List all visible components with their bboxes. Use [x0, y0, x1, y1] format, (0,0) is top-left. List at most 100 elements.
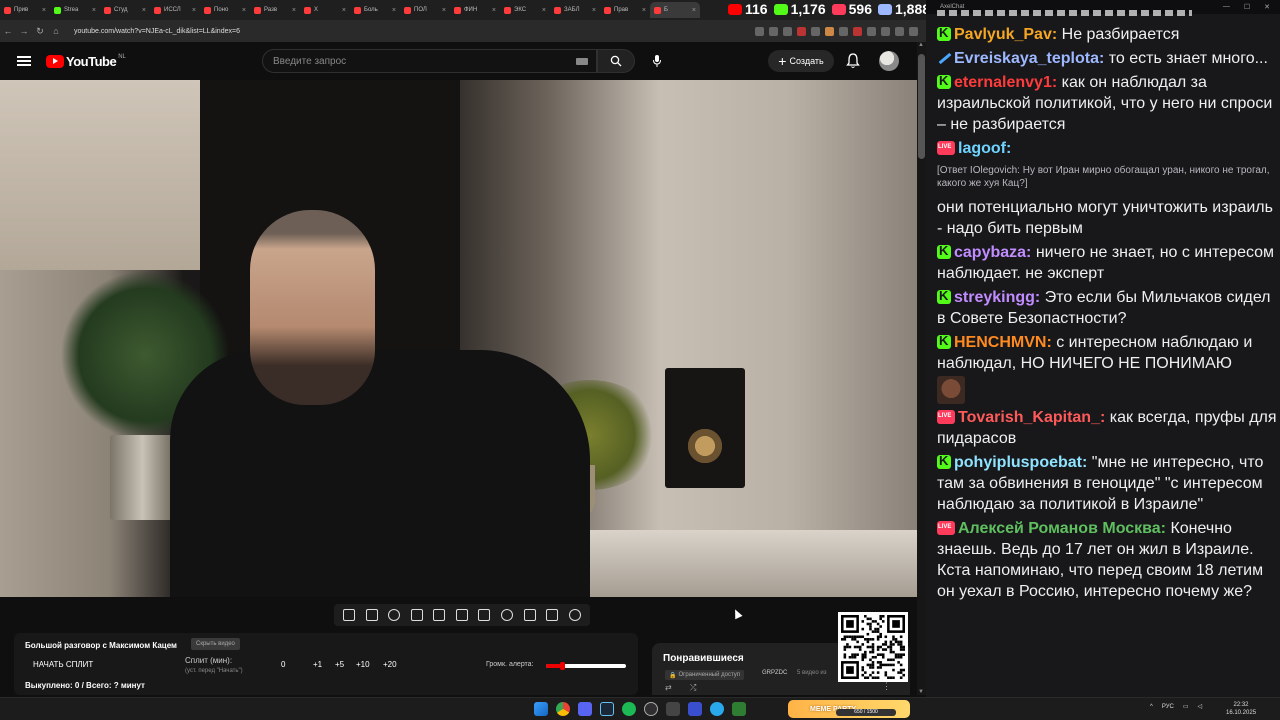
browser-tab[interactable]: ПОЛ × [400, 2, 450, 18]
browser-tab[interactable]: Б × [650, 2, 700, 18]
browser-tab[interactable]: Поно × [200, 2, 250, 18]
tray-chevron-icon[interactable]: ^ [1150, 704, 1153, 710]
start-split-button[interactable]: НАЧАТЬ СПЛИТ [33, 660, 93, 669]
chat-username[interactable]: pohyiplusроebat: [954, 454, 1087, 471]
steam-icon[interactable] [600, 702, 614, 716]
tab-close-icon[interactable]: × [592, 7, 596, 14]
playlist-title[interactable]: Понравившиеся [663, 653, 744, 664]
settings-gear-icon[interactable] [568, 609, 581, 621]
audio-icon[interactable] [388, 609, 401, 621]
chat-username[interactable]: HENCHMVN: [954, 334, 1052, 351]
app-icon[interactable] [732, 702, 746, 716]
notifications-bell-icon[interactable] [846, 53, 860, 69]
chat-username[interactable]: Tovarish_Kapitan_: [958, 409, 1105, 426]
menu-icon[interactable] [17, 56, 31, 66]
browser-tab[interactable]: Студ × [100, 2, 150, 18]
tab-close-icon[interactable]: × [392, 7, 396, 14]
chat-username[interactable]: Evreiskaya_teplota: [954, 50, 1104, 67]
browser-tab[interactable]: ЗАБЛ × [550, 2, 600, 18]
tab-close-icon[interactable]: × [492, 7, 496, 14]
app-icon[interactable] [688, 702, 702, 716]
extension-icon[interactable] [839, 26, 848, 36]
discord-icon[interactable] [578, 702, 592, 716]
search-input[interactable]: Введите запрос [262, 49, 597, 73]
page-scrollbar[interactable]: ▲ ▼ [917, 42, 926, 695]
home-icon[interactable]: ⌂ [48, 26, 64, 36]
chat-username[interactable]: Pavlyuk_Pav: [954, 26, 1057, 43]
add-20-button[interactable]: +20 [383, 660, 397, 669]
keyboard-icon[interactable] [576, 58, 588, 65]
split-minutes-value[interactable]: 0 [281, 660, 285, 669]
bookmark-star-icon[interactable] [783, 26, 792, 36]
tab-close-icon[interactable]: × [542, 7, 546, 14]
chat-username[interactable]: streykingg: [954, 289, 1040, 306]
browser-tab[interactable]: Разв × [250, 2, 300, 18]
browser-tab[interactable]: Strea × [50, 2, 100, 18]
clock[interactable]: 22:32 16.10.2025 [1226, 701, 1256, 717]
clapper-icon[interactable] [433, 609, 446, 621]
extension-icon[interactable] [867, 26, 876, 36]
loop-icon[interactable] [343, 609, 356, 621]
tab-close-icon[interactable]: × [142, 7, 146, 14]
browser-tab[interactable]: Х × [300, 2, 350, 18]
playlist-shuffle-icon[interactable]: ⤮ [690, 683, 696, 693]
tab-close-icon[interactable]: × [642, 7, 646, 14]
tab-close-icon[interactable]: × [92, 7, 96, 14]
spotify-icon[interactable] [622, 702, 636, 716]
extension-icon[interactable] [755, 26, 764, 36]
youtube-logo[interactable]: YouTube NL [46, 54, 126, 69]
scroll-thumb[interactable] [918, 54, 925, 159]
chat-username[interactable]: Алексей Романов Москва: [958, 520, 1166, 537]
download-icon[interactable] [881, 26, 890, 36]
chrome-icon[interactable] [556, 702, 570, 716]
playlist-loop-icon[interactable]: ⇄ [665, 683, 672, 692]
pip-icon[interactable] [455, 609, 468, 621]
speed-icon[interactable] [500, 609, 513, 621]
alert-volume-knob[interactable] [560, 662, 565, 670]
scroll-down-icon[interactable]: ▼ [918, 689, 924, 695]
browser-tab[interactable]: Прив × [0, 2, 50, 18]
add-10-button[interactable]: +10 [356, 660, 370, 669]
windows-start-icon[interactable] [534, 702, 548, 716]
chat-username[interactable]: eternalenvy1: [954, 74, 1057, 91]
volume-icon[interactable]: ◁ [1198, 703, 1203, 710]
video-player[interactable] [0, 80, 917, 597]
create-button[interactable]: + Создать [768, 50, 834, 72]
extension-icon[interactable] [825, 26, 834, 36]
browser-tab[interactable]: Боль × [350, 2, 400, 18]
menu-dots-icon[interactable] [909, 26, 918, 36]
obs-icon[interactable] [644, 702, 658, 716]
sort-icon[interactable] [365, 609, 378, 621]
url-field[interactable]: youtube.com/watch?v=NJEa-cL_dik&list=LL&… [74, 28, 240, 35]
voice-search-button[interactable] [645, 49, 669, 73]
browser-tab[interactable]: ФИН × [450, 2, 500, 18]
extension-icon[interactable] [853, 26, 862, 36]
playlist-owner[interactable]: GRPZDC [762, 670, 787, 676]
tab-close-icon[interactable]: × [692, 7, 696, 14]
tab-close-icon[interactable]: × [442, 7, 446, 14]
film-icon[interactable] [478, 609, 491, 621]
tab-close-icon[interactable]: × [192, 7, 196, 14]
scroll-up-icon[interactable]: ▲ [918, 42, 924, 48]
profile-icon[interactable] [895, 26, 904, 36]
chat-username[interactable]: lagoof: [958, 140, 1011, 157]
extension-icon[interactable] [797, 26, 806, 36]
tab-close-icon[interactable]: × [42, 7, 46, 14]
tab-close-icon[interactable]: × [292, 7, 296, 14]
extension-icon[interactable] [769, 26, 778, 36]
network-icon[interactable]: ▭ [1183, 703, 1189, 710]
hide-video-button[interactable]: Скрыть видео [191, 638, 240, 650]
browser-tab[interactable]: Прав × [600, 2, 650, 18]
browser-tab[interactable]: ИССЛ × [150, 2, 200, 18]
avatar[interactable] [879, 51, 899, 71]
back-icon[interactable]: ← [0, 26, 16, 36]
extension-icon[interactable] [811, 26, 820, 36]
reload-icon[interactable]: ↻ [32, 26, 48, 37]
chat-username[interactable]: capybaza: [954, 244, 1031, 261]
browser-tab[interactable]: ЭКС × [500, 2, 550, 18]
telegram-icon[interactable] [710, 702, 724, 716]
video-camera-icon[interactable] [410, 609, 423, 621]
search-button[interactable] [597, 49, 635, 73]
add-5-button[interactable]: +5 [335, 660, 344, 669]
camera-icon[interactable] [546, 609, 559, 621]
